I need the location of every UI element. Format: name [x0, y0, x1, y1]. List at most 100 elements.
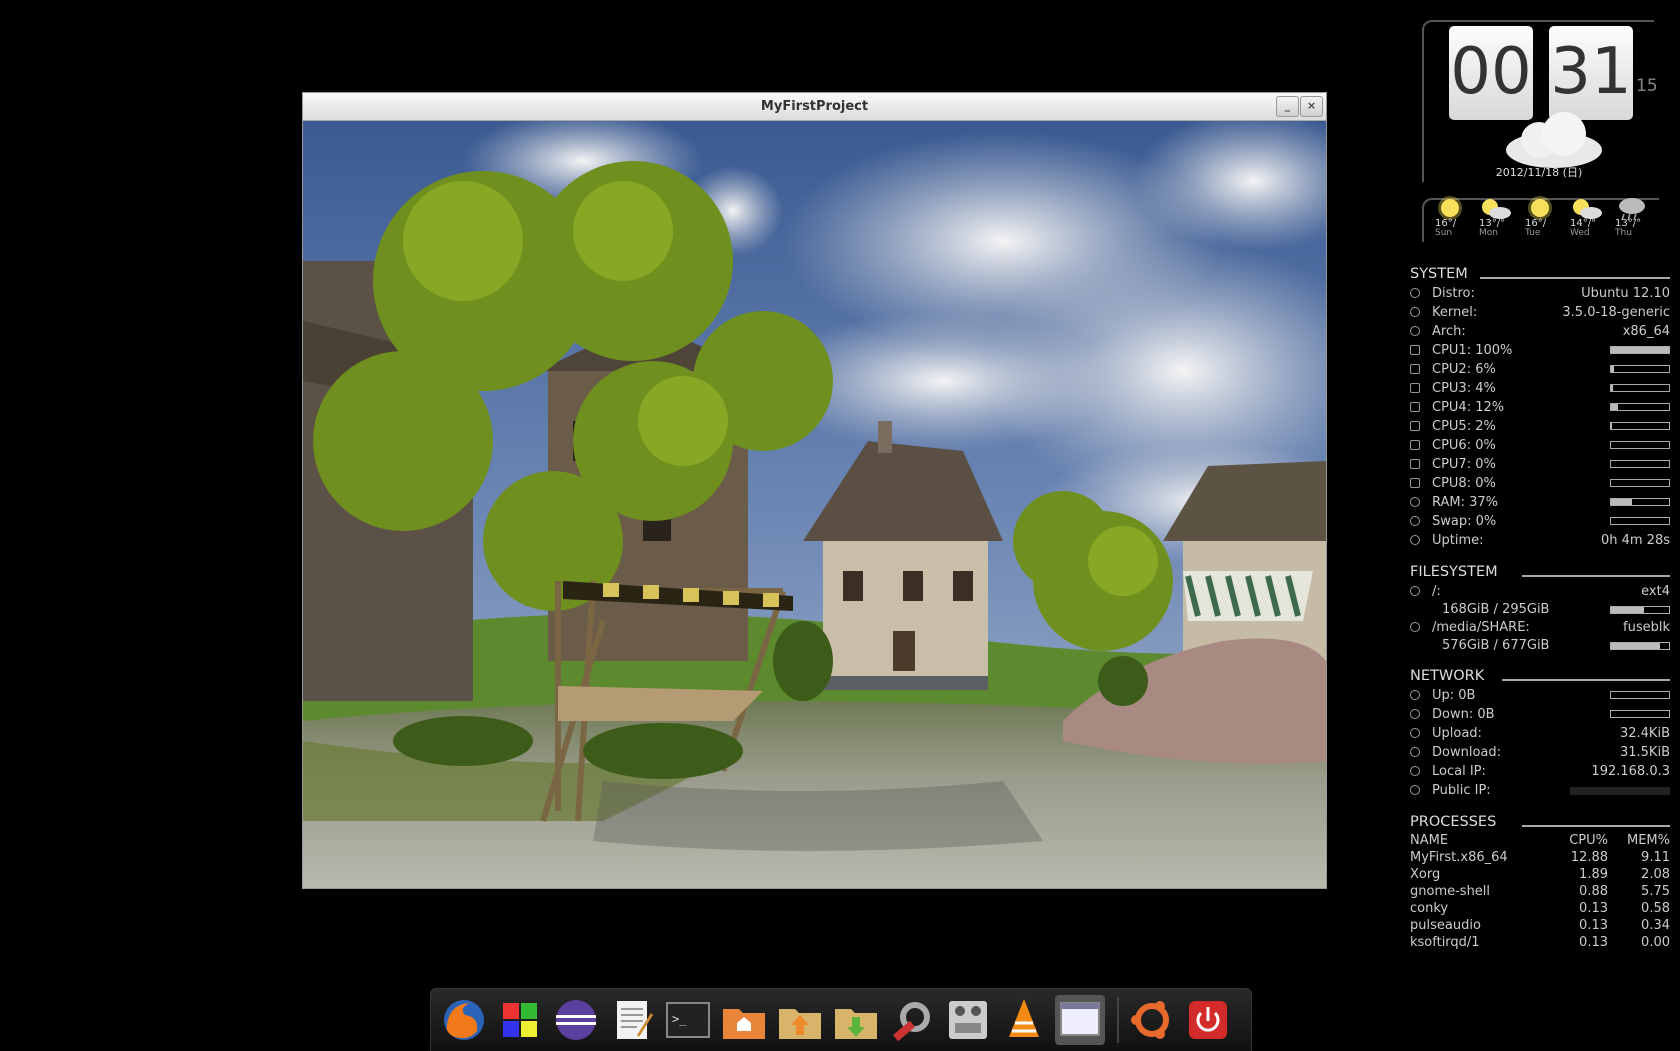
game-scene [303, 121, 1326, 888]
cpu-row: CPU7: 0% [1410, 455, 1670, 474]
cloud-icon [1506, 112, 1602, 168]
net-down-bar [1610, 710, 1670, 718]
eclipse-icon[interactable] [551, 995, 601, 1045]
cpu-icon [1410, 364, 1420, 374]
cpu-bar [1610, 365, 1670, 373]
forecast-day-label: Wed [1570, 228, 1590, 238]
disk-bar [1610, 606, 1670, 614]
terminal-icon[interactable]: >_ [663, 995, 713, 1045]
download-icon [1410, 747, 1420, 757]
download-icon [1410, 709, 1420, 719]
text-editor-icon[interactable] [607, 995, 657, 1045]
cpu-bar [1610, 460, 1670, 468]
process-header: NAME CPU% MEM% [1410, 833, 1670, 848]
network-icon [1410, 766, 1420, 776]
uptime-row: Uptime: 0h 4m 28s [1410, 531, 1670, 550]
weather-forecast: 16°/ Sun 13°/° Mon 16°/ Tue 14°/° Wed 13… [1422, 196, 1659, 242]
clock-icon [1410, 535, 1420, 545]
dock: >_ [430, 988, 1252, 1051]
forecast-day: 13°/° Thu [1604, 198, 1650, 242]
upload-folder-icon[interactable] [775, 995, 825, 1045]
minimize-button[interactable]: _ [1276, 96, 1299, 117]
cpu-row: CPU6: 0% [1410, 436, 1670, 455]
network-heading: NETWORK [1410, 668, 1670, 686]
window-title: MyFirstProject [760, 99, 869, 114]
local-ip-row: Local IP: 192.168.0.3 [1410, 762, 1670, 781]
cpu-icon [1410, 440, 1420, 450]
windows-logo-icon[interactable] [495, 995, 545, 1045]
swap-bar [1610, 517, 1670, 525]
conky-panel: SYSTEM Distro: Ubuntu 12.10 Kernel: 3.5.0-… [1410, 262, 1670, 951]
mount-usage-row: 576GiB / 677GiB [1410, 637, 1670, 654]
forecast-day-label: Tue [1525, 228, 1541, 238]
cpu-bar [1610, 384, 1670, 392]
cpu-bar [1610, 422, 1670, 430]
upload-total-row: Upload: 32.4KiB [1410, 724, 1670, 743]
swap-row: Swap: 0% [1410, 512, 1670, 531]
distro-row: Distro: Ubuntu 12.10 [1410, 284, 1670, 303]
process-row: Xorg 1.89 2.08 [1410, 867, 1670, 882]
gear-icon [1410, 288, 1420, 298]
cpu-bar [1610, 346, 1670, 354]
process-row: pulseaudio 0.13 0.34 [1410, 918, 1670, 933]
close-button[interactable]: × [1300, 96, 1323, 117]
process-row: conky 0.13 0.58 [1410, 901, 1670, 916]
mixer-icon[interactable] [943, 995, 993, 1045]
forecast-day: 16°/ Tue [1514, 196, 1560, 242]
net-down-row: Down: 0B [1410, 705, 1670, 724]
upload-icon [1410, 690, 1420, 700]
clock-seconds: 15 [1636, 76, 1658, 96]
forecast-day: 13°/° Mon [1468, 199, 1514, 242]
window-icon[interactable] [1055, 995, 1105, 1045]
ram-icon [1410, 497, 1420, 507]
clock-date: 2012/11/18 (日) [1495, 166, 1583, 179]
cpu-icon [1410, 459, 1420, 469]
cpu-icon [1410, 383, 1420, 393]
power-icon[interactable] [1183, 995, 1233, 1045]
cpu-bar [1610, 479, 1670, 487]
dock-separator [1117, 997, 1119, 1043]
filesystem-heading: FILESYSTEM [1410, 564, 1670, 582]
system-settings-icon[interactable] [887, 995, 937, 1045]
vlc-icon[interactable] [999, 995, 1049, 1045]
clock-hours: 00 [1449, 26, 1533, 120]
disk-bar [1610, 642, 1670, 650]
cpu-bar [1610, 441, 1670, 449]
cpu-bar [1610, 403, 1670, 411]
clock-minutes: 31 [1549, 26, 1633, 120]
cpu-icon [1410, 421, 1420, 431]
ram-bar [1610, 498, 1670, 506]
kernel-row: Kernel: 3.5.0-18-generic [1410, 303, 1670, 322]
disk-icon [1410, 622, 1420, 632]
gear-icon [1410, 326, 1420, 336]
process-row: gnome-shell 0.88 5.75 [1410, 884, 1670, 899]
home-folder-icon[interactable] [719, 995, 769, 1045]
network-icon [1410, 785, 1420, 795]
firefox-icon[interactable] [439, 995, 489, 1045]
forecast-day-label: Mon [1479, 228, 1498, 238]
ram-row: RAM: 37% [1410, 493, 1670, 512]
net-up-bar [1610, 691, 1670, 699]
ubuntu-logo-icon[interactable] [1127, 995, 1177, 1045]
game-window[interactable]: MyFirstProject _ × [302, 92, 1327, 889]
mount-row: /: ext4 [1410, 582, 1670, 601]
forecast-day-label: Thu [1615, 228, 1632, 238]
mount-row: /media/SHARE: fuseblk [1410, 618, 1670, 637]
clock-widget: 00 31 15 2012/11/18 (日) [1422, 20, 1658, 182]
cpu-row: CPU4: 12% [1410, 398, 1670, 417]
processes-heading: PROCESSES [1410, 814, 1670, 832]
forecast-day: 16°/ Sun [1424, 196, 1470, 242]
download-folder-icon[interactable] [831, 995, 881, 1045]
gear-icon [1410, 307, 1420, 317]
process-row: MyFirst.x86_64 12.88 9.11 [1410, 850, 1670, 865]
cpu-row: CPU5: 2% [1410, 417, 1670, 436]
window-titlebar[interactable]: MyFirstProject _ × [303, 93, 1326, 121]
public-ip-redacted [1570, 787, 1670, 795]
svg-text:>_: >_ [672, 1012, 687, 1026]
download-total-row: Download: 31.5KiB [1410, 743, 1670, 762]
forecast-day: 14°/° Wed [1559, 199, 1605, 242]
cpu-row: CPU2: 6% [1410, 360, 1670, 379]
cpu-icon [1410, 402, 1420, 412]
game-viewport[interactable] [303, 121, 1326, 888]
cpu-row: CPU1: 100% [1410, 341, 1670, 360]
